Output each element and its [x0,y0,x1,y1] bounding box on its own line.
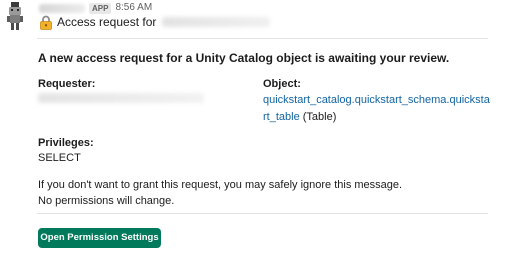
requester-value-redacted [38,93,204,103]
title-target-redacted [162,17,271,27]
timestamp[interactable]: 8:56 AM [115,2,152,14]
lock-icon [39,15,53,30]
object-value: quickstart_catalog.quickstart_schema.qui… [263,92,491,126]
privileges-value: SELECT [38,152,81,164]
object-type: (Table) [299,111,337,123]
requester-label: Requester: [38,78,96,90]
privileges-label: Privileges: [38,137,94,149]
avatar[interactable] [6,2,24,32]
top-divider [37,38,488,39]
open-permission-settings-button[interactable]: Open Permission Settings [38,228,161,248]
ignore-note: If you don't want to grant this request,… [38,179,403,191]
object-link[interactable]: quickstart_catalog.quickstart_schema.qui… [263,94,490,123]
title-text: Access request for [57,15,157,29]
message-title: Access request for [39,14,271,30]
intro-text: A new access request for a Unity Catalog… [38,51,450,65]
object-label: Object: [263,78,301,90]
no-change-note: No permissions will change. [38,195,175,207]
app-name-redacted[interactable] [39,3,85,13]
bottom-divider [37,213,488,214]
robot-avatar-icon [7,2,23,30]
message-meta: APP 8:56 AM [39,2,152,14]
app-badge: APP [89,2,112,14]
